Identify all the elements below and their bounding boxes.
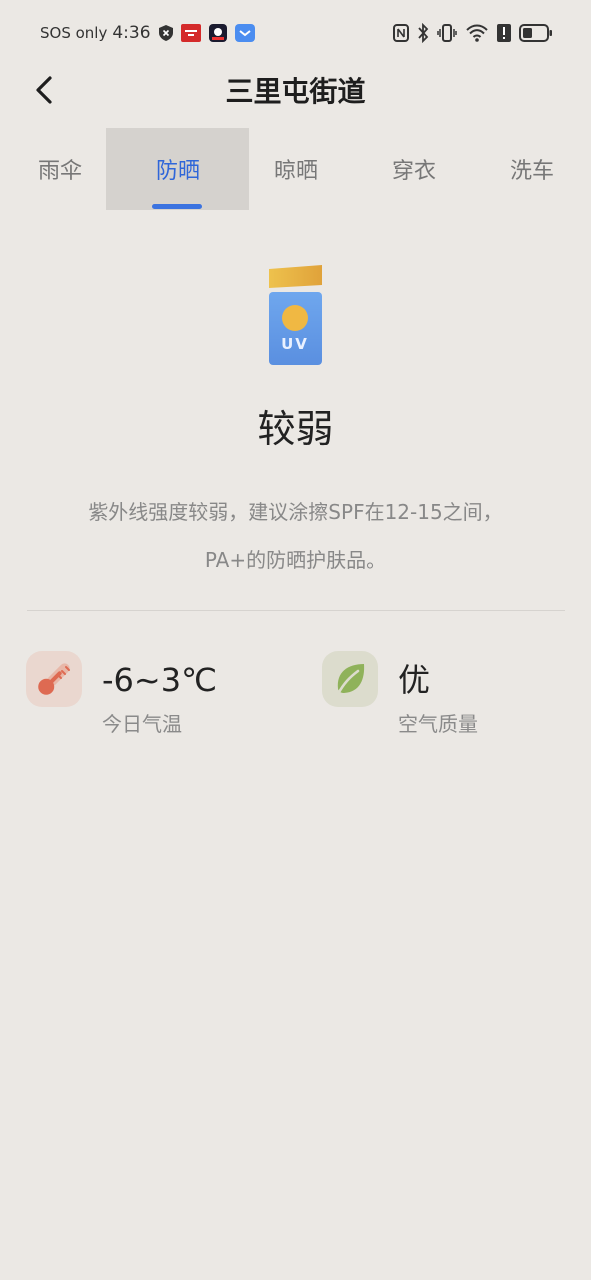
air-quality-label: 空气质量 <box>398 712 478 736</box>
alert-icon <box>497 24 511 42</box>
app-notification-icon-blue <box>234 24 255 42</box>
temperature-label: 今日气温 <box>102 712 182 736</box>
tab-sunscreen[interactable]: 防晒 <box>118 128 238 210</box>
app-notification-icon-dark <box>208 24 227 42</box>
page-title: 三里屯街道 <box>225 75 366 108</box>
sunscreen-uv-icon: UV <box>268 265 324 367</box>
vibrate-icon <box>437 23 457 43</box>
status-bar-right <box>393 20 553 46</box>
uv-description: 紫外线强度较弱，建议涂擦SPF在12-15之间， PA+的防晒护肤品。 <box>40 488 551 584</box>
app-notification-icon-red <box>180 24 201 42</box>
uv-level: 较弱 <box>257 407 334 451</box>
thermometer-icon <box>26 651 82 707</box>
tab-bar: 雨伞 防晒 晾晒 穿衣 洗车 <box>0 128 591 210</box>
carrier-text: SOS only <box>40 24 108 42</box>
tab-umbrella[interactable]: 雨伞 <box>0 128 120 210</box>
status-bar: SOS only 4:36 <box>0 0 591 66</box>
air-quality-value: 优 <box>398 661 431 699</box>
leaf-icon <box>322 651 378 707</box>
uv-icon-text: UV <box>281 335 309 353</box>
temperature-value: -6~3℃ <box>102 661 218 699</box>
clock: 4:36 <box>112 23 151 43</box>
wifi-icon <box>465 24 489 42</box>
uv-description-line2: PA+的防晒护肤品。 <box>204 548 387 572</box>
battery-icon <box>519 24 553 42</box>
tab-drying[interactable]: 晾晒 <box>236 128 356 210</box>
tab-clothing[interactable]: 穿衣 <box>354 128 474 210</box>
shield-icon <box>158 25 173 41</box>
divider <box>27 610 565 611</box>
active-tab-indicator <box>152 204 202 209</box>
status-bar-left: SOS only 4:36 <box>40 20 255 46</box>
tab-car-wash[interactable]: 洗车 <box>472 128 591 210</box>
uv-description-line1: 紫外线强度较弱，建议涂擦SPF在12-15之间， <box>88 500 503 524</box>
nfc-icon <box>393 24 409 42</box>
bluetooth-icon <box>417 23 429 43</box>
